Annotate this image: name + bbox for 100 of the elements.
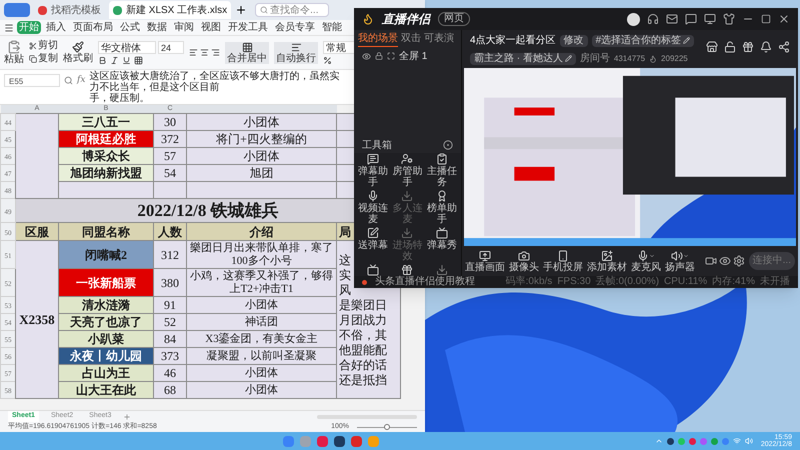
tool-button[interactable]: 弹幕助手 [356, 153, 390, 188]
font-size-select[interactable]: 24 [158, 40, 184, 54]
taskbar-app-icon[interactable] [334, 436, 346, 446]
menu-tab[interactable]: 智能 [320, 21, 344, 34]
circle-icon[interactable] [443, 140, 453, 150]
document-tab[interactable]: 新建 XLSX 工作表.xlsx [109, 1, 232, 19]
formula-field[interactable]: 这区应该被大唐统治了，全区应该不够大唐打的，虽然实力不比当年，但是这个区目前 手，硬压制。 [89, 71, 342, 104]
menu-tab[interactable]: 插入 [44, 21, 68, 34]
bell-icon[interactable] [760, 41, 772, 53]
app-logo-icon [4, 3, 30, 17]
align-center-icon[interactable] [200, 48, 209, 57]
scene-tab[interactable]: 双击 [401, 32, 421, 46]
chat-icon[interactable] [685, 13, 697, 25]
shirt-icon[interactable] [723, 13, 735, 25]
align-left-icon[interactable] [189, 48, 198, 57]
tv-icon [436, 227, 448, 239]
italic-icon[interactable] [110, 56, 119, 64]
headphones-icon[interactable] [647, 13, 659, 25]
intro-cell: 小团体 [186, 296, 336, 314]
stream-control-button[interactable]: 直播画面 [465, 250, 505, 272]
tool-button[interactable]: 房管助手 [390, 153, 425, 188]
font-select[interactable]: 华文楷体 [98, 40, 156, 54]
image-add-icon [601, 250, 613, 262]
menu-tab[interactable]: 公式 [118, 21, 142, 34]
unlock-icon[interactable] [724, 41, 736, 53]
formula-text: 这区应该被大唐统治了，全区应该不够大唐打的，虽然实力不比当年，但是这个区目前 [89, 71, 340, 93]
gift-icon[interactable] [401, 264, 414, 276]
popularity-icon [649, 54, 658, 62]
bold-icon[interactable] [98, 56, 107, 64]
alliance-name-cell: 一张新船票 [58, 268, 154, 296]
menu-tab[interactable]: 数据 [145, 21, 169, 34]
merge-center-button[interactable]: 合并居中 [225, 42, 269, 64]
tool-button[interactable]: 榜单助手 [424, 190, 459, 225]
eye-icon[interactable] [362, 52, 371, 60]
scene-tab[interactable]: 可表演 [424, 32, 454, 46]
tutorial-link[interactable]: 头条直播伴侣使用教程 [375, 276, 475, 288]
column-heading: 同盟名称 [58, 222, 154, 240]
tool-button[interactable]: 主播任务 [424, 153, 459, 188]
copy-button[interactable]: 复制 [29, 53, 58, 65]
eye-icon[interactable] [718, 255, 731, 267]
scene-tab[interactable]: 我的场景 [358, 32, 398, 46]
menu-icon[interactable] [4, 22, 14, 32]
share-icon[interactable] [778, 41, 790, 53]
category-tag[interactable]: 霸主之路 · 看她达人 [470, 52, 576, 64]
alliance-name-cell: 山大王在此 [58, 382, 154, 398]
member-count-cell: 30 [154, 114, 186, 130]
edit-tag[interactable]: 修改 [560, 34, 588, 46]
stream-control-button[interactable]: 添加素材 [587, 250, 627, 272]
cut-button[interactable]: 剪切 [29, 40, 58, 52]
tool-button[interactable]: 弹幕秀 [424, 227, 459, 262]
menu-tab[interactable]: 会员专享 [273, 21, 317, 34]
stream-control-button[interactable]: 手机投屏 [543, 250, 583, 272]
zoom-slider[interactable] [357, 423, 417, 431]
pen-icon [367, 227, 380, 239]
wrap-text-button[interactable]: 自动换行 [274, 42, 318, 64]
zoom-slider-thumb[interactable] [384, 424, 390, 430]
underline-icon[interactable] [122, 56, 131, 64]
cell-reference-field[interactable]: E55 [4, 74, 60, 87]
format-painter-button[interactable]: 格式刷 [63, 41, 93, 64]
maximize-icon[interactable] [761, 14, 771, 24]
caret-icon[interactable] [683, 252, 689, 258]
topic-tag[interactable]: #选择适合你的标签 [592, 34, 694, 46]
monitor-icon[interactable] [704, 13, 716, 25]
copy-icon [29, 55, 37, 63]
borders-icon[interactable] [134, 56, 143, 64]
column-heading: 区服 [16, 222, 58, 240]
new-tab-icon[interactable] [235, 4, 248, 16]
stream-control-button[interactable]: 麦克风 [631, 250, 661, 272]
settings-icon[interactable] [732, 255, 745, 267]
percent-icon[interactable] [323, 56, 332, 64]
menu-tab[interactable]: 开发工具 [226, 21, 270, 34]
web-button[interactable]: 网页 [438, 12, 470, 26]
intro-cell: 神话团 [186, 314, 336, 330]
menu-tab[interactable]: 视图 [199, 21, 223, 34]
function-label[interactable]: fx [77, 74, 86, 88]
menu-tab[interactable]: 审阅 [172, 21, 196, 34]
menu-tab[interactable]: 页面布局 [71, 21, 115, 34]
shop-icon[interactable] [706, 41, 718, 53]
download-icon[interactable] [436, 264, 448, 276]
lock-icon[interactable] [375, 52, 383, 60]
close-icon[interactable] [778, 13, 790, 25]
member-count-cell: 372 [154, 130, 186, 148]
stream-control-button[interactable]: 扬声器 [665, 250, 695, 272]
member-count-cell: 57 [154, 148, 186, 164]
stream-control-button[interactable]: 摄像头 [509, 250, 539, 272]
record-icon[interactable] [704, 255, 717, 267]
note-text: 这 [339, 253, 351, 268]
zoom-icon [64, 76, 73, 85]
viewer-count: 209225 [661, 52, 688, 64]
note-text: 不俗，其 [339, 328, 387, 343]
number-format-select[interactable]: 常规 [323, 40, 357, 54]
paste-button[interactable]: 粘贴 [4, 40, 24, 65]
align-right-icon[interactable] [211, 48, 220, 57]
tv-icon[interactable] [367, 264, 380, 276]
caret-icon[interactable] [649, 252, 655, 258]
gift-icon[interactable] [742, 41, 754, 53]
search-field[interactable]: 查找命令... [255, 3, 330, 17]
document-tab[interactable]: 找稻壳模板 [34, 1, 105, 19]
scene-item[interactable]: 全屏 1 [399, 48, 428, 64]
mail-icon[interactable] [666, 13, 678, 25]
